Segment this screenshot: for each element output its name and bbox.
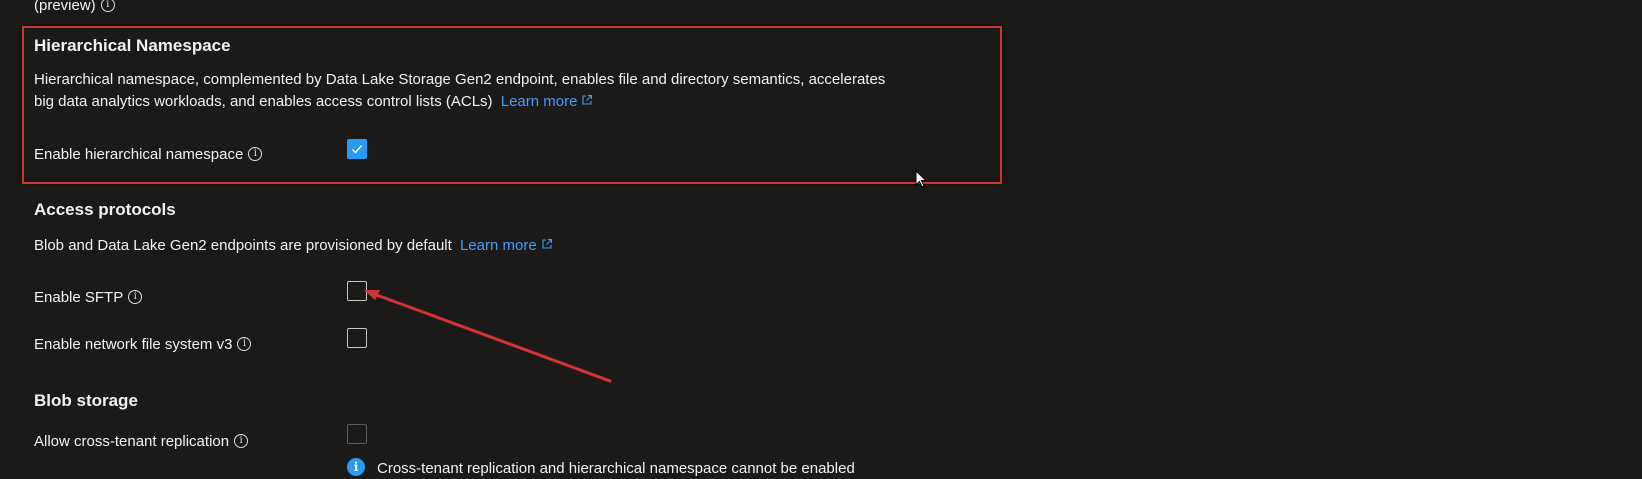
external-link-icon (582, 94, 593, 105)
hierarchical-namespace-description-line1: Hierarchical namespace, complemented by … (34, 71, 886, 88)
cross-tenant-notice: Cross-tenant replication and hierarchica… (377, 460, 855, 477)
cross-tenant-replication-label: Allow cross-tenant replication (34, 433, 230, 450)
hierarchical-namespace-description-line2-row: big data analytics workloads, and enable… (34, 92, 593, 112)
cross-tenant-replication-row: Allow cross-tenant replication i (34, 432, 249, 452)
enable-hierarchical-namespace-row: Enable hierarchical namespace i (34, 145, 263, 165)
info-icon[interactable]: i (237, 337, 252, 352)
enable-hierarchical-namespace-label: Enable hierarchical namespace (34, 146, 244, 163)
info-icon[interactable]: i (100, 0, 115, 13)
preview-label: (preview) (34, 0, 96, 14)
access-protocols-heading: Access protocols (34, 200, 176, 219)
annotation-arrow (364, 290, 612, 383)
access-protocols-description: Blob and Data Lake Gen2 endpoints are pr… (34, 237, 452, 254)
blob-storage-heading: Blob storage (34, 391, 138, 410)
info-icon[interactable]: i (248, 147, 263, 162)
preview-row: (preview) i (34, 0, 115, 16)
enable-hierarchical-namespace-checkbox[interactable] (347, 139, 367, 159)
info-filled-icon: i (347, 458, 365, 476)
external-link-icon (542, 238, 552, 249)
hierarchical-namespace-learn-more-link[interactable]: Learn more (501, 93, 594, 110)
access-protocols-learn-more-link[interactable]: Learn more (460, 237, 553, 254)
cross-tenant-replication-checkbox[interactable] (347, 424, 367, 444)
checkmark-icon (352, 145, 363, 154)
mouse-cursor-icon (915, 170, 928, 188)
enable-nfs-row: Enable network file system v3 i (34, 335, 252, 355)
enable-nfs-label: Enable network file system v3 (34, 336, 233, 353)
access-protocols-description-row: Blob and Data Lake Gen2 endpoints are pr… (34, 236, 553, 256)
info-icon[interactable]: i (234, 434, 249, 449)
hierarchical-namespace-description-line2: big data analytics workloads, and enable… (34, 93, 493, 110)
enable-sftp-label: Enable SFTP (34, 289, 124, 306)
hierarchical-namespace-heading: Hierarchical Namespace (34, 36, 231, 55)
enable-sftp-row: Enable SFTP i (34, 288, 143, 308)
info-icon[interactable]: i (128, 290, 143, 305)
